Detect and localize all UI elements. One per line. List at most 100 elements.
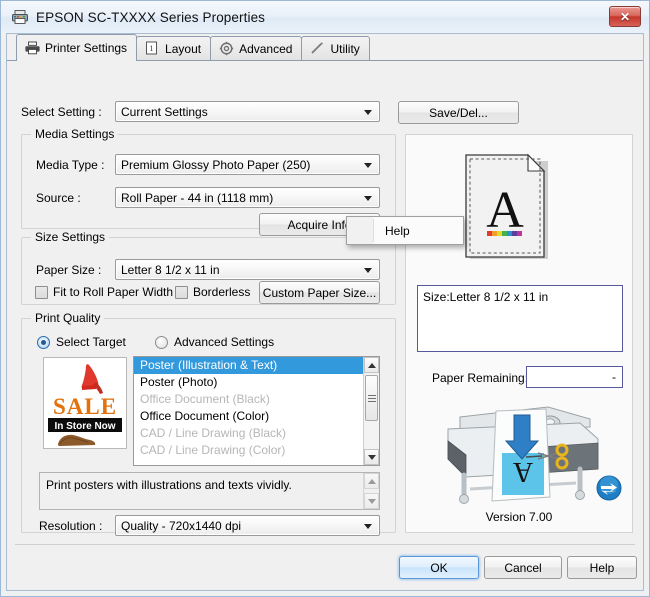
dialog-button-bar: OK Cancel Help [7,548,643,590]
tab-utility[interactable]: Utility [301,36,370,60]
window-title: EPSON SC-TXXXX Series Properties [36,9,266,25]
borderless-label: Borderless [193,285,251,299]
tab-label: Utility [330,41,360,56]
printer-properties-window: EPSON SC-TXXXX Series Properties ✕ Print… [0,0,650,597]
cancel-label: Cancel [504,560,542,575]
media-type-combo[interactable]: Premium Glossy Photo Paper (250) [115,154,380,175]
radio-select-target[interactable]: Select Target [37,335,126,349]
ok-label: OK [430,560,448,575]
footer-divider [15,544,635,545]
client-area: Printer Settings 1 Layout Advanced Utili… [6,33,644,591]
triangle-up-icon [367,362,376,368]
checkbox-box [35,285,48,299]
close-button[interactable]: ✕ [609,6,641,27]
tab-label: Layout [165,41,202,56]
target-description-text: Print posters with illustrations and tex… [46,478,292,492]
resolution-label: Resolution : [39,519,103,533]
acquire-info-label: Acquire Info [287,217,352,232]
resolution-value: Quality - 720x1440 dpi [121,518,242,533]
fit-to-roll-paper-width-checkbox[interactable]: Fit to Roll Paper Width [35,285,173,299]
borderless-checkbox[interactable]: Borderless [175,285,250,299]
cancel-button[interactable]: Cancel [484,556,562,579]
list-scrollbar[interactable] [363,357,379,465]
paper-size-combo[interactable]: Letter 8 1/2 x 11 in [115,259,380,280]
grip-icon [367,395,376,402]
gear-icon [219,41,234,56]
scroll-up-button[interactable] [364,357,379,373]
custom-paper-size-label: Custom Paper Size... [262,285,377,300]
save-del-label: Save/Del... [429,105,488,120]
close-icon: ✕ [619,9,631,24]
help-button[interactable]: Help [567,556,637,579]
select-setting-value: Current Settings [121,104,208,119]
tab-printer-settings[interactable]: Printer Settings [16,34,138,61]
list-item[interactable]: Office Document (Black) [134,391,379,408]
select-setting-combo[interactable]: Current Settings [115,101,380,122]
help-label: Help [589,560,615,575]
source-value: Roll Paper - 44 in (1118 mm) [121,190,274,205]
media-settings-legend: Media Settings [31,127,119,141]
page-letter: A [486,182,524,239]
menu-gutter-divider [373,219,374,242]
version-label: Version 7.00 [485,510,553,524]
large-format-printer-illustration: A [430,397,610,509]
preview-panel: A Size:Letter 8 1/2 x 11 in Paper Remain… [405,134,633,533]
checkbox-box [175,285,188,299]
media-type-label: Media Type : [36,158,105,172]
tab-layout[interactable]: 1 Layout [136,36,212,60]
source-label: Source : [36,191,81,205]
size-settings-legend: Size Settings [31,230,110,244]
radio-circle [155,335,168,349]
paper-size-label: Paper Size : [36,263,102,277]
printer-settings-panel: Select Setting : Current Settings Save/D… [7,61,643,590]
radio-advanced-settings[interactable]: Advanced Settings [155,335,274,349]
description-scrollbar[interactable] [363,473,379,509]
printer-icon [25,41,40,56]
scroll-down-button[interactable] [364,449,379,465]
svg-text:In Store Now: In Store Now [54,421,115,432]
tab-advanced[interactable]: Advanced [210,36,303,60]
list-item[interactable]: Poster (Illustration & Text) [134,357,379,374]
custom-paper-size-button[interactable]: Custom Paper Size... [259,281,380,304]
list-item[interactable]: Office Document (Color) [134,408,379,425]
tab-label: Advanced [239,41,293,56]
scrollbar-thumb[interactable] [365,375,378,421]
resolution-combo[interactable]: Quality - 720x1440 dpi [115,515,380,536]
tab-strip: Printer Settings 1 Layout Advanced Utili… [7,34,643,61]
printer-icon [11,9,29,25]
wrench-icon [310,41,325,56]
save-del-button[interactable]: Save/Del... [398,101,519,124]
chevron-down-icon [364,267,372,273]
svg-text:1: 1 [150,44,154,53]
ok-button[interactable]: OK [399,556,479,579]
paper-remaining-box: - [526,366,623,388]
fit-to-roll-paper-width-label: Fit to Roll Paper Width [53,285,174,299]
print-target-list[interactable]: Poster (Illustration & Text) Poster (Pho… [133,356,380,466]
paper-size-value: Letter 8 1/2 x 11 in [121,262,220,277]
media-type-value: Premium Glossy Photo Paper (250) [121,157,311,172]
list-item[interactable]: CAD / Line Drawing (Black) [134,425,379,442]
page-preview: A [454,147,564,267]
scroll-up-button[interactable] [364,473,379,489]
list-item[interactable]: CAD / Line Drawing (Color) [134,442,379,459]
list-item[interactable]: Poster (Photo) [134,374,379,391]
triangle-down-icon [367,454,376,460]
svg-text:SALE: SALE [53,394,117,419]
context-menu-item-label: Help [385,223,410,238]
print-quality-legend: Print Quality [31,311,105,325]
size-info-box: Size:Letter 8 1/2 x 11 in [417,285,623,352]
target-description-box: Print posters with illustrations and tex… [39,472,380,510]
chevron-down-icon [364,523,372,529]
select-target-label: Select Target [56,335,126,349]
sale-poster-thumbnail: SALE In Store Now [43,357,127,449]
svg-text:A: A [512,456,533,487]
context-menu-item-help[interactable]: Help [347,217,463,244]
chevron-down-icon [364,162,372,168]
select-setting-label: Select Setting : [21,105,102,119]
context-menu[interactable]: Help [346,216,464,245]
source-combo[interactable]: Roll Paper - 44 in (1118 mm) [115,187,380,208]
advanced-settings-label: Advanced Settings [174,335,275,349]
scroll-down-button[interactable] [364,493,379,509]
page-layout-icon: 1 [145,41,160,56]
title-bar: EPSON SC-TXXXX Series Properties ✕ [1,1,649,33]
